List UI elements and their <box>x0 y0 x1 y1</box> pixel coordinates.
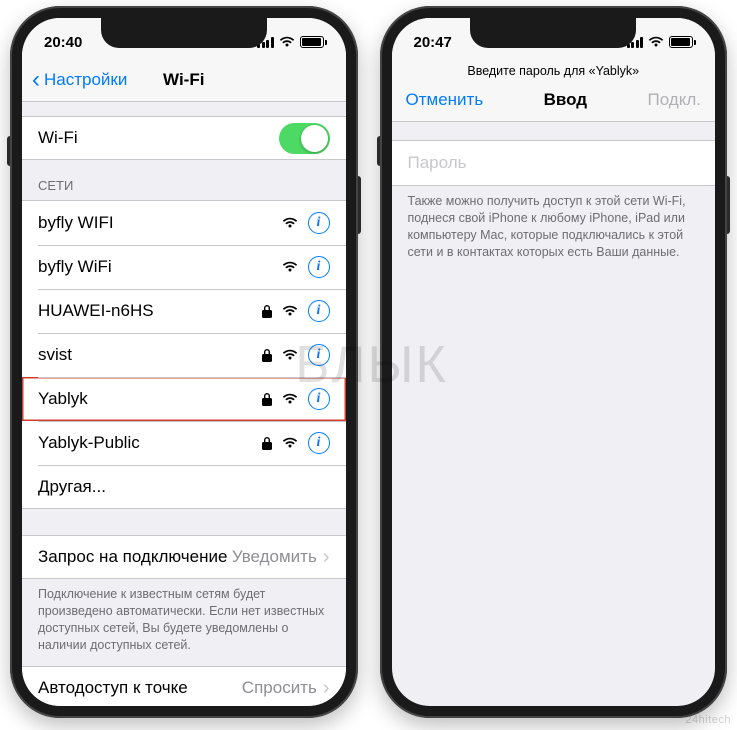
auto-hotspot-row[interactable]: Автодоступ к точке Спросить › <box>22 666 346 707</box>
info-button[interactable]: i <box>308 344 330 366</box>
chevron-left-icon: ‹ <box>32 68 40 92</box>
network-row[interactable]: Yablyk i <box>22 377 346 421</box>
phone-right: 20:47 Введите пароль для «Yablyk» Отмени… <box>380 6 728 718</box>
network-accessories: i <box>282 256 330 278</box>
network-accessories: i <box>262 432 330 454</box>
wifi-signal-icon <box>282 305 298 317</box>
lock-icon <box>262 436 272 450</box>
back-button[interactable]: ‹ Настройки <box>32 68 127 92</box>
battery-icon <box>669 36 693 48</box>
lock-icon <box>262 304 272 318</box>
wifi-signal-icon <box>282 393 298 405</box>
wifi-icon <box>279 36 295 48</box>
ask-to-join-label: Запрос на подключение <box>38 547 232 567</box>
wifi-signal-icon <box>282 217 298 229</box>
status-time: 20:47 <box>414 34 452 51</box>
screen-left: 20:40 ‹ Настройки Wi-Fi Wi-Fi <box>22 18 346 706</box>
info-button[interactable]: i <box>308 256 330 278</box>
networks-header: СЕТИ <box>22 160 346 200</box>
network-row[interactable]: svist i <box>22 333 346 377</box>
credit-text: 24hitech <box>685 714 731 726</box>
phone-left: 20:40 ‹ Настройки Wi-Fi Wi-Fi <box>10 6 358 718</box>
info-button[interactable]: i <box>308 388 330 410</box>
wifi-signal-icon <box>282 261 298 273</box>
status-indicators <box>257 36 324 48</box>
network-row[interactable]: HUAWEI-n6HS i <box>22 289 346 333</box>
password-footer: Также можно получить доступ к этой сети … <box>392 186 716 273</box>
cancel-button[interactable]: Отменить <box>406 90 484 110</box>
status-indicators <box>627 36 694 48</box>
status-time: 20:40 <box>44 34 82 51</box>
nav-bar: Отменить Ввод Подкл. <box>392 78 716 122</box>
lock-icon <box>262 392 272 406</box>
other-network-row[interactable]: Другая... <box>22 465 346 509</box>
wifi-toggle-row: Wi-Fi <box>22 116 346 160</box>
network-name: Yablyk-Public <box>38 433 262 453</box>
auto-hotspot-label: Автодоступ к точке <box>38 678 242 698</box>
battery-icon <box>300 36 324 48</box>
info-button[interactable]: i <box>308 432 330 454</box>
chevron-right-icon: › <box>323 678 330 698</box>
back-label: Настройки <box>44 70 127 90</box>
network-accessories: i <box>262 300 330 322</box>
ask-to-join-value: Уведомить <box>232 547 317 567</box>
page-title: Ввод <box>544 90 587 110</box>
network-name: HUAWEI-n6HS <box>38 301 262 321</box>
nav-bar: ‹ Настройки Wi-Fi <box>22 58 346 102</box>
notch <box>101 18 267 48</box>
other-network-label: Другая... <box>38 477 330 497</box>
network-accessories: i <box>262 344 330 366</box>
network-name: byfly WIFI <box>38 213 282 233</box>
network-name: byfly WiFi <box>38 257 282 277</box>
page-title: Wi-Fi <box>163 70 204 90</box>
network-accessories: i <box>282 212 330 234</box>
ask-to-join-footer: Подключение к известным сетям будет прои… <box>22 579 346 666</box>
password-prompt: Введите пароль для «Yablyk» <box>392 58 716 78</box>
password-placeholder: Пароль <box>408 153 467 172</box>
connect-button[interactable]: Подкл. <box>648 90 702 110</box>
network-row[interactable]: byfly WIFI i <box>22 201 346 245</box>
notch <box>470 18 636 48</box>
network-row[interactable]: byfly WiFi i <box>22 245 346 289</box>
wifi-signal-icon <box>282 349 298 361</box>
wifi-signal-icon <box>282 437 298 449</box>
info-button[interactable]: i <box>308 300 330 322</box>
lock-icon <box>262 348 272 362</box>
wifi-toggle-label: Wi-Fi <box>38 128 279 148</box>
chevron-right-icon: › <box>323 547 330 567</box>
network-row[interactable]: Yablyk-Public i <box>22 421 346 465</box>
network-name: Yablyk <box>38 389 262 409</box>
password-input[interactable]: Пароль <box>392 140 716 186</box>
auto-hotspot-value: Спросить <box>242 678 317 698</box>
wifi-icon <box>648 36 664 48</box>
networks-list: byfly WIFI i byfly WiFi i HUAWEI-n6HS i svist i… <box>22 200 346 509</box>
screen-right: 20:47 Введите пароль для «Yablyk» Отмени… <box>392 18 716 706</box>
network-accessories: i <box>262 388 330 410</box>
info-button[interactable]: i <box>308 212 330 234</box>
wifi-switch[interactable] <box>279 123 330 154</box>
network-name: svist <box>38 345 262 365</box>
ask-to-join-row[interactable]: Запрос на подключение Уведомить › <box>22 535 346 579</box>
